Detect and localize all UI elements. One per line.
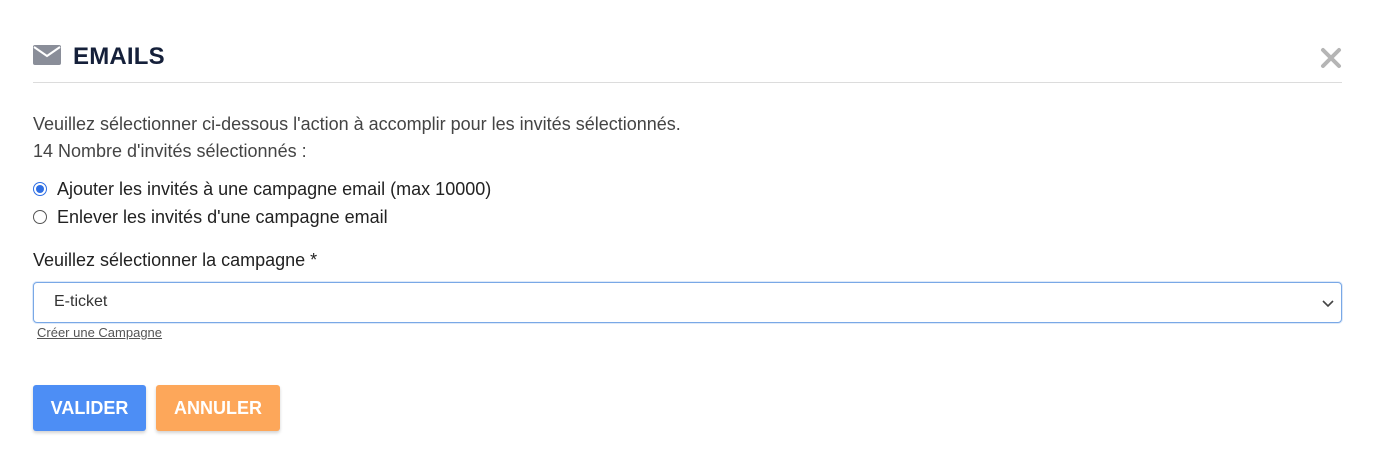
radio-remove-label[interactable]: Enlever les invités d'une campagne email [57,207,388,228]
envelope-icon [33,45,61,65]
radio-add-input[interactable] [33,182,47,196]
campaign-select-value[interactable]: E-ticket [54,293,107,311]
chevron-down-icon[interactable] [1321,296,1335,310]
radio-option-remove[interactable]: Enlever les invités d'une campagne email [33,203,491,231]
action-radio-group: Ajouter les invités à une campagne email… [33,175,491,231]
modal-title: EMAILS [73,43,165,70]
campaign-field-label: Veuillez sélectionner la campagne * [33,250,318,270]
intro-line-count: 14 Nombre d'invités sélectionnés : [33,141,307,161]
radio-option-add[interactable]: Ajouter les invités à une campagne email… [33,175,491,203]
emails-modal: EMAILS Veuillez sélectionner ci-dessous … [0,0,1374,459]
intro-line-instruction: Veuillez sélectionner ci-dessous l'actio… [33,114,681,134]
radio-add-label[interactable]: Ajouter les invités à une campagne email… [57,179,491,200]
modal-header: EMAILS [33,40,1342,83]
intro-text: Veuillez sélectionner ci-dessous l'actio… [33,111,681,165]
campaign-select[interactable]: E-ticket [33,282,1342,323]
radio-remove-input[interactable] [33,210,47,224]
close-icon[interactable] [1320,47,1342,69]
validate-button[interactable]: VALIDER [33,385,146,431]
cancel-button[interactable]: ANNULER [156,385,280,431]
create-campaign-link[interactable]: Créer une Campagne [37,325,162,340]
